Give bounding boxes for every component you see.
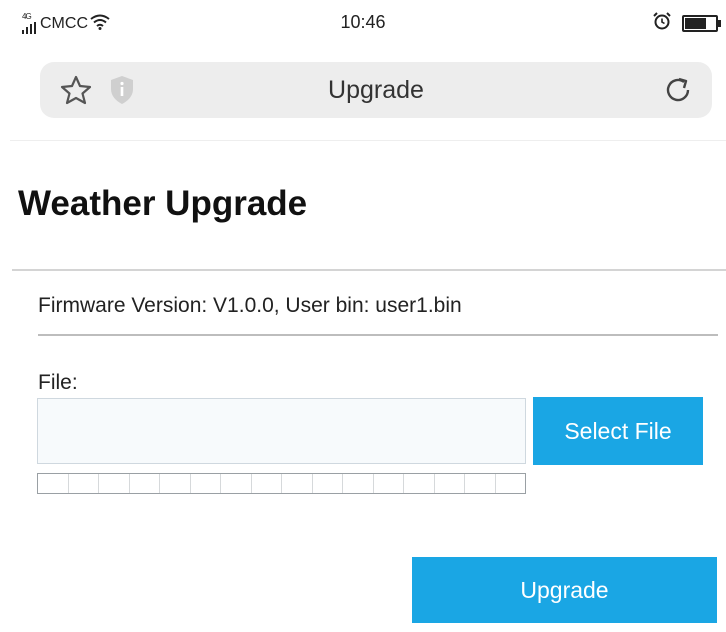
content-top-border: [10, 140, 726, 141]
progress-segment: [130, 474, 160, 493]
progress-segment: [496, 474, 526, 493]
upgrade-button[interactable]: Upgrade: [412, 557, 717, 623]
progress-segment: [252, 474, 282, 493]
progress-segment: [313, 474, 343, 493]
progress-segment: [435, 474, 465, 493]
page-heading: Weather Upgrade: [18, 184, 308, 223]
reload-icon[interactable]: [662, 74, 694, 111]
progress-segment: [343, 474, 374, 493]
progress-segment: [69, 474, 99, 493]
status-bar: 4G CMCC 10:46: [0, 0, 726, 46]
progress-segment: [191, 474, 221, 493]
progress-segment: [99, 474, 130, 493]
upgrade-progress-bar: [37, 473, 526, 494]
clock: 10:46: [340, 12, 386, 32]
status-right: [652, 11, 721, 36]
battery-icon: [682, 15, 721, 32]
progress-segment: [38, 474, 69, 493]
progress-segment: [374, 474, 404, 493]
progress-segment: [404, 474, 435, 493]
heading-divider: [12, 269, 726, 271]
progress-segment: [160, 474, 191, 493]
url-bar[interactable]: Upgrade: [40, 62, 712, 118]
section-divider: [38, 334, 718, 336]
progress-segment: [465, 474, 496, 493]
firmware-info: Firmware Version: V1.0.0, User bin: user…: [38, 294, 462, 317]
alarm-icon: [652, 11, 672, 36]
page-title: Upgrade: [328, 76, 424, 104]
file-label: File:: [38, 371, 78, 394]
progress-segment: [221, 474, 252, 493]
battery-level: [685, 18, 706, 29]
file-path-field[interactable]: [37, 398, 526, 464]
progress-segment: [282, 474, 313, 493]
select-file-button[interactable]: Select File: [533, 397, 703, 465]
